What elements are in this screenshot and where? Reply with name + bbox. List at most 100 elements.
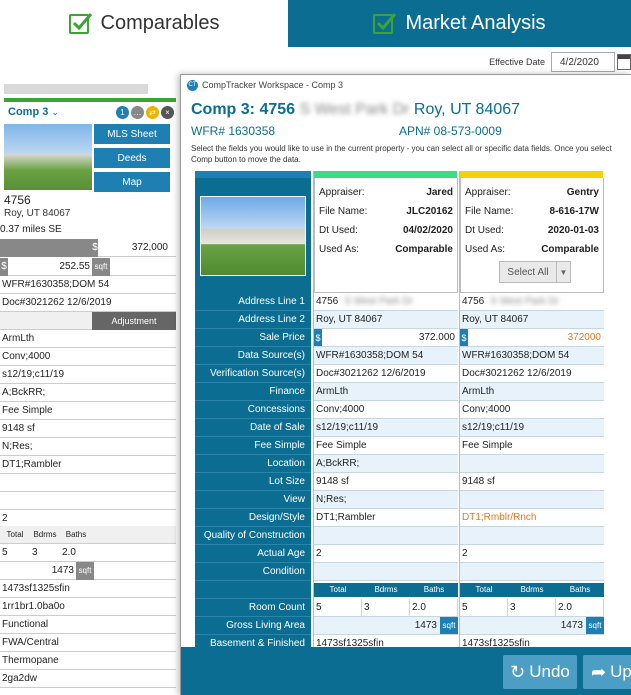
sqft-unit: sqft [76, 561, 94, 580]
room-bdrms[interactable]: 3 [30, 547, 60, 558]
redacted-street: S West Park Dr [344, 296, 413, 307]
field-cell-sale-price[interactable]: $372.000 [314, 329, 458, 347]
gla-cell[interactable]: 1473 sqft [460, 617, 604, 635]
comptracker-icon[interactable]: 1 [116, 106, 129, 119]
field-cell-condition[interactable] [460, 563, 604, 581]
price-value[interactable]: 372,000 [98, 242, 176, 253]
select-all-button[interactable]: Select All ▼ [499, 261, 571, 283]
room-baths[interactable]: 2.0 [60, 547, 92, 558]
close-icon[interactable]: × [161, 106, 174, 119]
mls-sheet-button[interactable]: MLS Sheet [94, 124, 170, 144]
field-cell-lot-size[interactable]: 9148 sf [460, 473, 604, 491]
verification-row[interactable]: Doc#3021262 12/6/2019 [0, 294, 176, 312]
field-cell-quality[interactable] [314, 527, 458, 545]
field-cell-verification[interactable]: Doc#3021262 12/6/2019 [314, 365, 458, 383]
field-value: 4756 [316, 296, 339, 307]
field-cell-data-source[interactable]: WFR#1630358;DOM 54 [460, 347, 604, 365]
bg-field-row[interactable]: Fee Simple [0, 402, 176, 420]
basement-row[interactable]: 1473sf1325sfin [0, 580, 176, 598]
bg-field-row[interactable]: N;Res; [0, 438, 176, 456]
field-cell-address2[interactable]: Roy, UT 84067 [460, 311, 604, 329]
data-source-row[interactable]: WFR#1630358;DOM 54 [0, 276, 176, 294]
room-header-label: Bdrms [520, 585, 544, 594]
undo-button[interactable]: ↻ Undo [503, 655, 577, 689]
field-cell-view[interactable]: N;Res; [314, 491, 458, 509]
bg-field-row[interactable] [0, 492, 176, 510]
gla-cell[interactable]: 1473 sqft [314, 617, 458, 635]
field-cell-finance[interactable]: ArmLth [460, 383, 604, 401]
field-cell-design[interactable]: DT1;Rambler [314, 509, 458, 527]
field-cell-finance[interactable]: ArmLth [314, 383, 458, 401]
field-cell-sale-price[interactable]: $372000 [460, 329, 604, 347]
modal-titlebar[interactable]: CT CompTracker Workspace - Comp 3 [181, 75, 631, 95]
subject-photo [200, 196, 306, 276]
garage-row[interactable]: 2ga2dw [0, 670, 176, 688]
map-button[interactable]: Map [94, 172, 170, 192]
bg-field-row[interactable]: 9148 sf [0, 420, 176, 438]
field-cell-concessions[interactable]: Conv;4000 [314, 401, 458, 419]
bg-field-row[interactable]: Conv;4000 [0, 348, 176, 366]
field-cell-date-of_sale[interactable]: s12/19;c11/19 [460, 419, 604, 437]
modal-title: CompTracker Workspace - Comp 3 [202, 80, 344, 90]
heating-row[interactable]: FWA/Central [0, 634, 176, 652]
field-value: Fee Simple [462, 440, 513, 451]
room-header-label: Total [475, 585, 493, 594]
field-cell-location[interactable]: A;BckRR; [314, 455, 458, 473]
field-cell-quality[interactable] [460, 527, 604, 545]
room-bdrms-header: Bdrms [33, 530, 57, 539]
rooms-below-row[interactable]: 1rr1br1.0ba0o [0, 598, 176, 616]
swap-icon[interactable]: ⇄ [146, 106, 159, 119]
sqft-unit: sqft [586, 617, 604, 634]
update-button[interactable]: ➦ Up [583, 655, 631, 689]
field-cell-lot-size[interactable]: 9148 sf [314, 473, 458, 491]
horizontal-scrollbar[interactable] [4, 84, 148, 94]
field-cell-condition[interactable] [314, 563, 458, 581]
price-per-sqft-value[interactable]: 252.55 [8, 261, 92, 272]
tab-comparables[interactable]: Comparables [0, 0, 288, 47]
effective-date-input[interactable]: 4/2/2020 [551, 52, 615, 72]
calendar-icon[interactable] [617, 54, 631, 70]
field-cell-age[interactable]: 2 [314, 545, 458, 563]
bg-field-row[interactable] [0, 474, 176, 492]
tab-market-analysis[interactable]: Market Analysis [288, 0, 631, 47]
field-cell-fee-simple[interactable]: Fee Simple [314, 437, 458, 455]
energy-row[interactable]: Thermopane [0, 652, 176, 670]
header-label: Used As: [465, 244, 506, 255]
bg-field-row[interactable]: DT1;Rambler [0, 456, 176, 474]
room-count-cell[interactable]: 5 3 2.0 [314, 599, 458, 617]
comp-label[interactable]: Comp 3 [4, 106, 48, 118]
room-total[interactable]: 5 [0, 547, 30, 558]
field-cell-location[interactable] [460, 455, 604, 473]
comptracker-modal: CT CompTracker Workspace - Comp 3 Comp 3… [180, 74, 631, 695]
field-cell-age[interactable]: 2 [460, 545, 604, 563]
field-cell-data-source[interactable]: WFR#1630358;DOM 54 [314, 347, 458, 365]
gla-row: 1473 sqft [0, 561, 176, 580]
room-count-cell[interactable]: 5 3 2.0 [460, 599, 604, 617]
chevron-down-icon[interactable]: ▼ [556, 262, 570, 282]
field-cell-design[interactable]: DT1;Rmblr/Rnch [460, 509, 604, 527]
field-cell-address1[interactable]: 4756 S West Park Dr [314, 293, 458, 311]
functional-row[interactable]: Functional [0, 616, 176, 634]
field-value: s12/19;c11/19 [462, 422, 525, 433]
gla-value[interactable]: 1473 [0, 565, 76, 576]
field-cell-concessions[interactable]: Conv;4000 [460, 401, 604, 419]
header-row-appraiser: Appraiser: Gentry [461, 183, 603, 202]
field-cell-address2[interactable]: Roy, UT 84067 [314, 311, 458, 329]
field-cell-date-of_sale[interactable]: s12/19;c11/19 [314, 419, 458, 437]
check-icon [68, 12, 92, 34]
bg-field-row[interactable]: A;BckRR; [0, 384, 176, 402]
chevron-down-icon[interactable]: ⌄ [51, 107, 59, 117]
field-cell-fee-simple[interactable]: Fee Simple [460, 437, 604, 455]
header-value: JLC20162 [406, 206, 453, 217]
comment-icon[interactable]: … [131, 106, 144, 119]
room-count-header: Total Bdrms Baths [460, 583, 604, 597]
deeds-button[interactable]: Deeds [94, 148, 170, 168]
field-cell-view[interactable] [460, 491, 604, 509]
select-all-label: Select All [507, 266, 549, 278]
field-cell-verification[interactable]: Doc#3021262 12/6/2019 [460, 365, 604, 383]
field-cell-address1[interactable]: 4756 S West Park Dr [460, 293, 604, 311]
room-count-header: Total Bdrms Baths [314, 583, 458, 597]
modal-bottom-bar: ↻ Undo ➦ Up [181, 647, 631, 695]
bg-field-row[interactable]: ArmLth [0, 330, 176, 348]
bg-field-row[interactable]: s12/19;c11/19 [0, 366, 176, 384]
